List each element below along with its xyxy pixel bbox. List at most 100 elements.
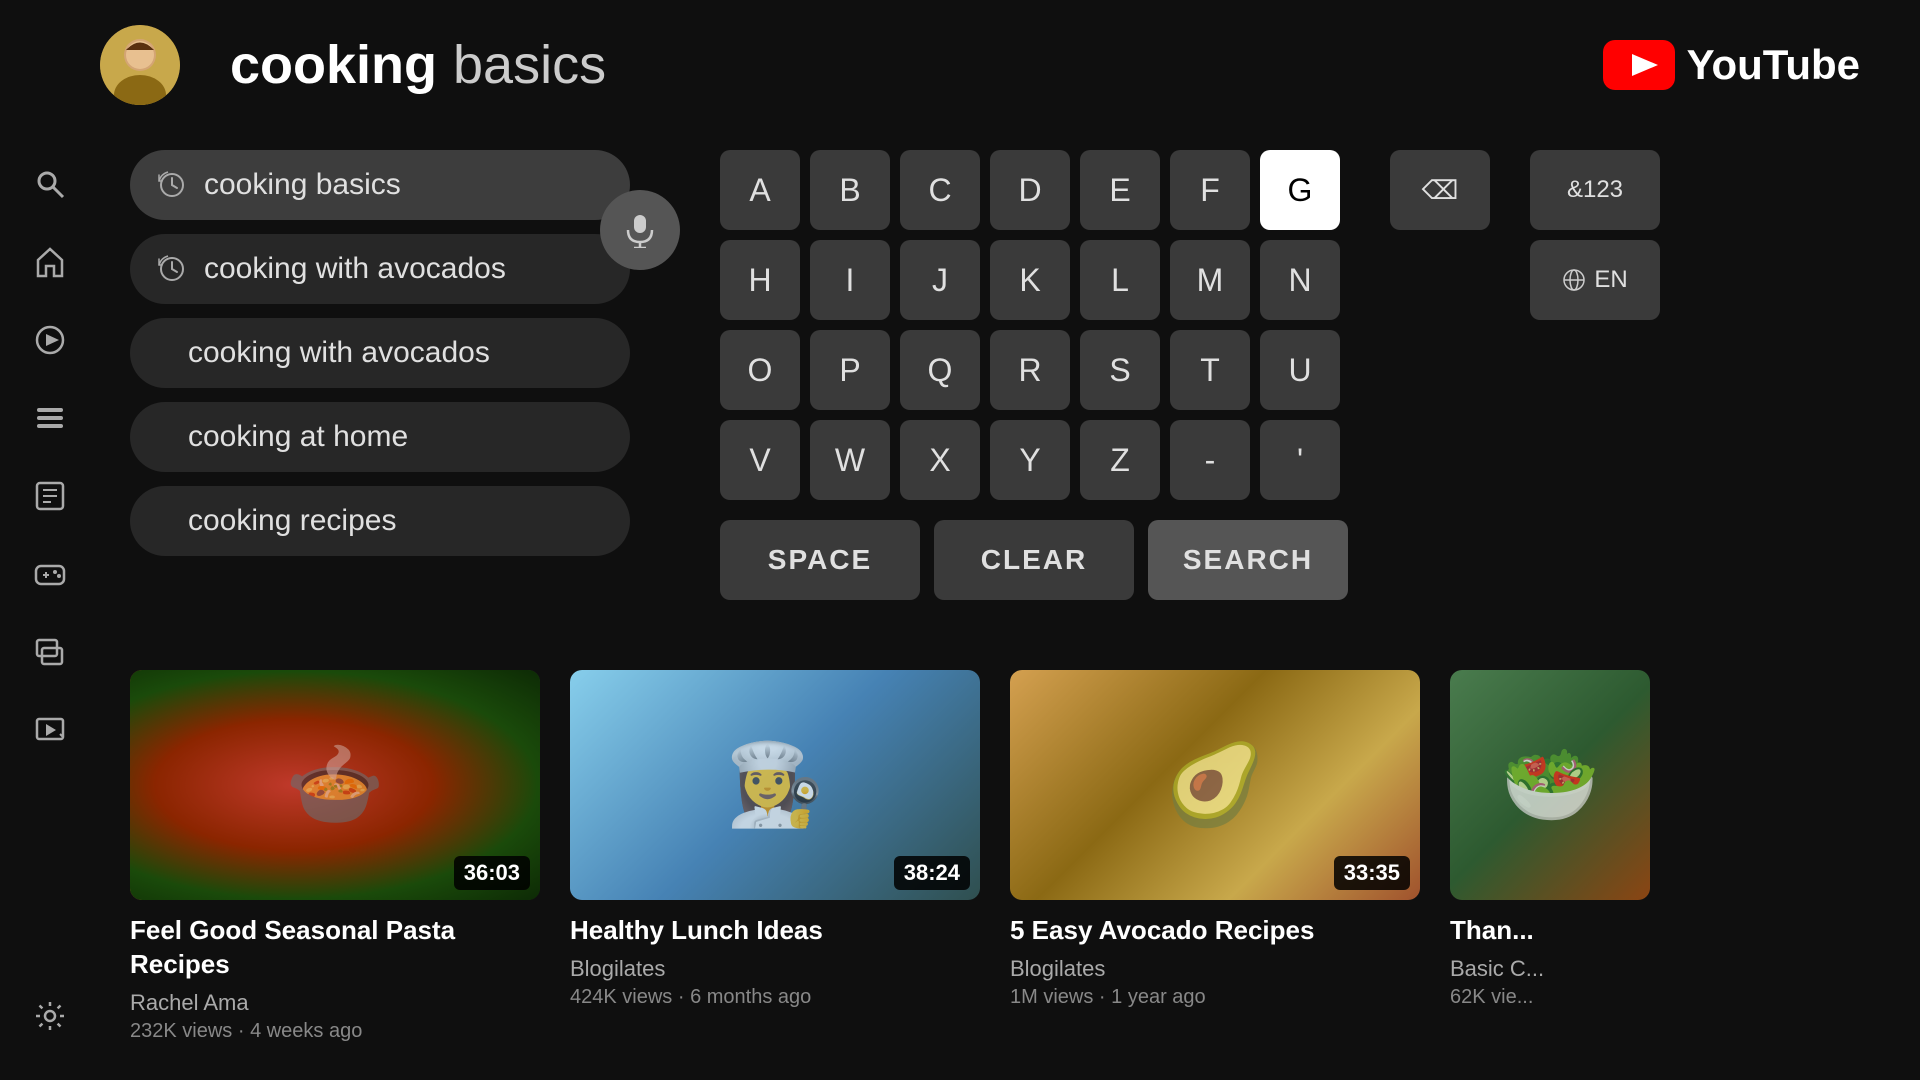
video-card-4[interactable]: Than... Basic C... 62K vie... xyxy=(1450,670,1650,1050)
sidebar-item-search[interactable] xyxy=(26,160,74,208)
key-C[interactable]: C xyxy=(900,150,980,230)
key-T[interactable]: T xyxy=(1170,330,1250,410)
duration-badge-1: 36:03 xyxy=(454,856,530,890)
key-search[interactable]: SEARCH xyxy=(1148,520,1348,600)
globe-icon xyxy=(1562,268,1586,292)
key-row-4: V W X Y Z - ' xyxy=(720,420,1860,500)
key-D[interactable]: D xyxy=(990,150,1070,230)
key-E[interactable]: E xyxy=(1080,150,1160,230)
key-R[interactable]: R xyxy=(990,330,1070,410)
video-card-2[interactable]: 38:24 Healthy Lunch Ideas Blogilates 424… xyxy=(570,670,980,1050)
key-clear[interactable]: CLEAR xyxy=(934,520,1134,600)
sidebar-item-news[interactable] xyxy=(26,472,74,520)
youtube-icon xyxy=(1603,40,1675,90)
gaming-icon xyxy=(34,558,66,590)
key-apostrophe[interactable]: ' xyxy=(1260,420,1340,500)
video-info-1: Feel Good Seasonal Pasta Recipes Rachel … xyxy=(130,900,540,1043)
video-meta-3: 1M views · 1 year ago xyxy=(1010,986,1420,1009)
video-separator-1: · xyxy=(238,1020,250,1042)
video-meta-2: 424K views · 6 months ago xyxy=(570,986,980,1009)
key-H[interactable]: H xyxy=(720,240,800,320)
key-row-3: O P Q R S T U xyxy=(720,330,1860,410)
suggestion-item-5[interactable]: cooking recipes xyxy=(130,486,630,556)
video-age-3: 1 year ago xyxy=(1111,986,1206,1008)
key-Y[interactable]: Y xyxy=(990,420,1070,500)
video-channel-1: Rachel Ama xyxy=(130,990,540,1016)
sidebar-item-history[interactable] xyxy=(26,706,74,754)
queue-icon xyxy=(34,636,66,668)
news-icon xyxy=(34,480,66,512)
search-label: SEARCH xyxy=(1183,544,1313,576)
language-label: EN xyxy=(1594,266,1627,294)
key-K[interactable]: K xyxy=(990,240,1070,320)
sidebar-item-subscriptions[interactable] xyxy=(26,316,74,364)
video-title-2: Healthy Lunch Ideas xyxy=(570,914,980,948)
suggestion-item-4[interactable]: cooking at home xyxy=(130,402,630,472)
video-age-2: 6 months ago xyxy=(690,986,811,1008)
video-info-2: Healthy Lunch Ideas Blogilates 424K view… xyxy=(570,900,980,1009)
video-card-1[interactable]: 36:03 Feel Good Seasonal Pasta Recipes R… xyxy=(130,670,540,1050)
suggestion-text-4: cooking at home xyxy=(188,420,408,454)
key-G[interactable]: G xyxy=(1260,150,1340,230)
sidebar-settings[interactable] xyxy=(26,992,74,1040)
sidebar-item-gaming[interactable] xyxy=(26,550,74,598)
key-numbers[interactable]: &123 xyxy=(1530,150,1660,230)
microphone-icon xyxy=(622,212,658,248)
key-backspace[interactable]: ⌫ xyxy=(1390,150,1490,230)
play-circle-icon xyxy=(34,324,66,356)
video-separator-3: · xyxy=(1099,986,1111,1008)
video-views-2: 424K views xyxy=(570,986,672,1008)
key-I[interactable]: I xyxy=(810,240,890,320)
sidebar-item-home[interactable] xyxy=(26,238,74,286)
video-thumb-2: 38:24 xyxy=(570,670,980,900)
key-X[interactable]: X xyxy=(900,420,980,500)
suggestion-text-5: cooking recipes xyxy=(188,504,396,538)
suggestion-text-2: cooking with avocados xyxy=(204,252,506,286)
key-A[interactable]: A xyxy=(720,150,800,230)
mic-button[interactable] xyxy=(600,190,680,270)
key-U[interactable]: U xyxy=(1260,330,1340,410)
suggestion-item-2[interactable]: cooking with avocados xyxy=(130,234,630,304)
video-info-4: Than... Basic C... 62K vie... xyxy=(1450,900,1650,1009)
video-thumb-3: 33:35 xyxy=(1010,670,1420,900)
video-info-3: 5 Easy Avocado Recipes Blogilates 1M vie… xyxy=(1010,900,1420,1009)
key-P[interactable]: P xyxy=(810,330,890,410)
sidebar-item-library[interactable] xyxy=(26,394,74,442)
key-M[interactable]: M xyxy=(1170,240,1250,320)
history-icon-2 xyxy=(158,255,186,283)
video-thumb-1: 36:03 xyxy=(130,670,540,900)
clear-label: CLEAR xyxy=(981,544,1087,576)
video-age-1: 4 weeks ago xyxy=(250,1020,362,1042)
video-channel-2: Blogilates xyxy=(570,956,980,982)
suggestion-item-3[interactable]: cooking with avocados xyxy=(130,318,630,388)
video-channel-4: Basic C... xyxy=(1450,956,1650,982)
key-F[interactable]: F xyxy=(1170,150,1250,230)
history-icon xyxy=(34,714,66,746)
key-language[interactable]: EN xyxy=(1530,240,1660,320)
key-B[interactable]: B xyxy=(810,150,890,230)
suggestion-item-1[interactable]: cooking basics xyxy=(130,150,630,220)
key-O[interactable]: O xyxy=(720,330,800,410)
key-L[interactable]: L xyxy=(1080,240,1160,320)
key-N[interactable]: N xyxy=(1260,240,1340,320)
video-separator-2: · xyxy=(678,986,690,1008)
video-card-3[interactable]: 33:35 5 Easy Avocado Recipes Blogilates … xyxy=(1010,670,1420,1050)
duration-badge-3: 33:35 xyxy=(1334,856,1410,890)
video-title-3: 5 Easy Avocado Recipes xyxy=(1010,914,1420,948)
key-J[interactable]: J xyxy=(900,240,980,320)
key-Z[interactable]: Z xyxy=(1080,420,1160,500)
key-V[interactable]: V xyxy=(720,420,800,500)
sidebar-item-queue[interactable] xyxy=(26,628,74,676)
header: cooking basics YouTube xyxy=(100,0,1920,130)
library-icon xyxy=(34,402,66,434)
key-S[interactable]: S xyxy=(1080,330,1160,410)
keyboard: A B C D E F G ⌫ &123 H I J K L M N xyxy=(720,150,1860,600)
key-Q[interactable]: Q xyxy=(900,330,980,410)
video-views-4: 62K vie... xyxy=(1450,986,1533,1008)
key-hyphen[interactable]: - xyxy=(1170,420,1250,500)
settings-icon xyxy=(34,1000,66,1032)
key-W[interactable]: W xyxy=(810,420,890,500)
youtube-logo: YouTube xyxy=(1603,40,1860,90)
key-space[interactable]: SPACE xyxy=(720,520,920,600)
video-views-3: 1M views xyxy=(1010,986,1093,1008)
